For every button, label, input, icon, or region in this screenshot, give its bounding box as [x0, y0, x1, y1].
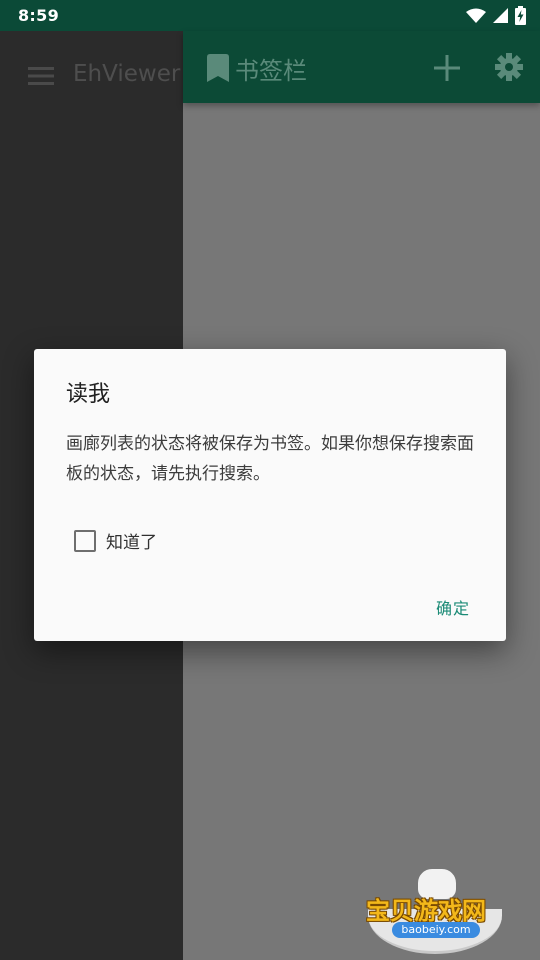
dialog-title: 读我	[66, 382, 111, 407]
drawer-toolbar: 书签栏	[183, 31, 540, 103]
settings-icon[interactable]	[495, 53, 523, 81]
status-time: 8:59	[18, 6, 59, 25]
cell-signal-icon	[493, 8, 508, 23]
bookmark-icon	[207, 54, 229, 82]
status-bar: 8:59	[0, 0, 540, 31]
readme-dialog: 读我 画廊列表的状态将被保存为书签。如果你想保存搜索面板的状态，请先执行搜索。 …	[34, 349, 506, 641]
hamburger-menu-icon[interactable]	[28, 67, 54, 85]
status-icons	[466, 6, 526, 25]
ok-button[interactable]: 确定	[436, 595, 470, 619]
dialog-message: 画廊列表的状态将被保存为书签。如果你想保存搜索面板的状态，请先执行搜索。	[66, 434, 474, 484]
watermark-text: 宝贝游戏网	[366, 897, 486, 925]
wifi-icon	[466, 8, 486, 23]
got-it-checkbox-row[interactable]: 知道了	[74, 528, 157, 553]
got-it-checkbox[interactable]	[74, 529, 96, 552]
main-toolbar: EhViewer	[0, 31, 183, 103]
watermark-logo: 宝贝游戏网 baobeiy.com	[362, 865, 512, 960]
battery-charging-icon	[515, 6, 526, 25]
app-title: EhViewer	[73, 61, 181, 87]
drawer-title: 书签栏	[235, 57, 307, 85]
got-it-checkbox-label[interactable]: 知道了	[106, 528, 157, 553]
watermark-url: baobeiy.com	[392, 922, 480, 938]
add-icon[interactable]	[434, 55, 460, 81]
